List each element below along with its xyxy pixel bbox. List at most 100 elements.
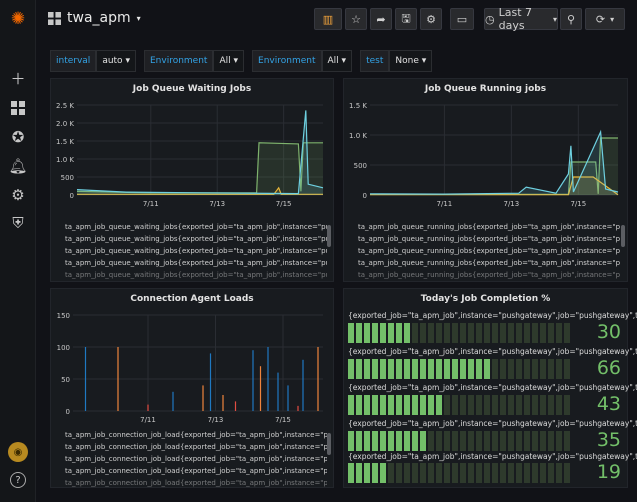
legend-item[interactable]: ta_apm_job_queue_running_jobs{exported_j… — [354, 269, 620, 281]
gauge-cell — [532, 463, 538, 483]
gauge-cell — [484, 359, 490, 379]
alerting-bell-icon[interactable]: 🔔︎ — [8, 156, 28, 176]
chevron-down-icon: ▾ — [610, 14, 615, 24]
help-icon[interactable]: ? — [10, 472, 26, 488]
gauge-cell — [564, 463, 570, 483]
gauge-cell — [404, 463, 410, 483]
gauge-cell — [420, 359, 426, 379]
gauge-cell — [388, 431, 394, 451]
gauge-cell — [516, 395, 522, 415]
gauge-cell — [428, 431, 434, 451]
dashboard-picker[interactable]: twa_apm ▾ — [48, 10, 141, 26]
gauge-cell — [468, 359, 474, 379]
legend-item[interactable]: ta_apm_job_queue_running_jobs{exported_j… — [354, 233, 620, 245]
add-panel-button[interactable]: ▥ — [314, 8, 342, 30]
variable-select-test[interactable]: None ▾ — [389, 50, 433, 72]
gauge-cell — [460, 431, 466, 451]
dashboards-icon[interactable] — [8, 98, 28, 118]
variable-select-environment-2[interactable]: All ▾ — [321, 50, 353, 72]
gauge-cell — [508, 431, 514, 451]
zoom-out-button[interactable]: ⚲ — [560, 8, 582, 30]
bar-gauge — [348, 431, 570, 451]
gauge-cell — [364, 395, 370, 415]
gauge-cell — [412, 431, 418, 451]
legend-item[interactable]: ta_apm_job_connection_job_load{exported_… — [61, 465, 327, 477]
y-tick-label: 0 — [363, 192, 367, 200]
legend-item[interactable]: ta_apm_job_queue_waiting_jobs{exported_j… — [61, 233, 327, 245]
gauge-cell — [436, 431, 442, 451]
legend-item[interactable]: ta_apm_job_connection_job_load{exported_… — [61, 477, 327, 489]
tv-mode-button[interactable]: ▭ — [450, 8, 474, 30]
share-button[interactable]: ➦ — [370, 8, 392, 30]
gauge-cell — [452, 431, 458, 451]
gauge-cell — [532, 323, 538, 343]
panel-job-completion[interactable]: Today's Job Completion % {exported_job="… — [343, 288, 637, 488]
legend-item[interactable]: ta_apm_job_connection_job_load{exported_… — [61, 441, 327, 453]
legend-scrollbar[interactable] — [621, 225, 625, 247]
gauge-cell — [540, 395, 546, 415]
legend-item[interactable]: ta_apm_job_queue_waiting_jobs{exported_j… — [61, 221, 327, 233]
legend-label: ta_apm_job_queue_waiting_jobs{exported_j… — [65, 235, 327, 243]
gauge-cell — [524, 463, 530, 483]
gauge-cell — [396, 431, 402, 451]
gauge-cell — [452, 463, 458, 483]
gauge-cell — [452, 323, 458, 343]
gauge-cell — [436, 359, 442, 379]
legend-scrollbar[interactable] — [327, 433, 331, 455]
refresh-button[interactable]: ⟳ ▾ — [585, 8, 625, 30]
grafana-logo-icon[interactable]: ✺ — [8, 9, 28, 29]
gauge-cell — [556, 431, 562, 451]
sidebar: ✺ ＋ ✪ 🔔︎ ⚙ ⛨ ◉ ? — [0, 0, 36, 502]
legend-item[interactable]: ta_apm_job_queue_waiting_jobs{exported_j… — [61, 245, 327, 257]
panel-job-queue-running[interactable]: Job Queue Running jobs 0 500 1.0 K 1.5 K 7/1… — [343, 78, 628, 282]
gauge-cell — [468, 463, 474, 483]
legend-item[interactable]: ta_apm_job_queue_waiting_jobs{exported_j… — [61, 257, 327, 269]
gauge-cell — [404, 359, 410, 379]
gear-icon[interactable]: ⚙ — [8, 185, 28, 205]
shield-icon[interactable]: ⛨ — [8, 213, 28, 233]
gauge-cell — [492, 359, 498, 379]
gauge-cell — [444, 323, 450, 343]
save-button[interactable]: 🖫︎ — [395, 8, 417, 30]
legend: ta_apm_job_connection_job_load{exported_… — [61, 429, 327, 489]
gauge-cell — [548, 323, 554, 343]
gauge-cell — [508, 359, 514, 379]
variable-select-interval[interactable]: auto ▾ — [96, 50, 136, 72]
gauge-cell — [364, 431, 370, 451]
gauge-cell — [476, 323, 482, 343]
gauge-cell — [428, 395, 434, 415]
legend-scrollbar[interactable] — [327, 225, 331, 247]
panel-connection-agent-loads[interactable]: Connection Agent Loads 0 50 100 150 7/11 7/13… — [50, 288, 334, 488]
legend-item[interactable]: ta_apm_job_queue_running_jobs{exported_j… — [354, 221, 620, 233]
legend-item[interactable]: ta_apm_job_connection_job_load{exported_… — [61, 453, 327, 465]
variable-label: interval — [50, 50, 97, 72]
legend-label: ta_apm_job_connection_job_load{exported_… — [65, 455, 327, 463]
gauge-cell — [404, 395, 410, 415]
avatar[interactable]: ◉ — [8, 442, 28, 462]
time-range-picker[interactable]: ◷ Last 7 days ▾ — [484, 6, 558, 32]
legend-item[interactable]: ta_apm_job_connection_job_load{exported_… — [61, 429, 327, 441]
gauge-cell — [356, 463, 362, 483]
settings-button[interactable]: ⚙ — [420, 8, 442, 30]
variable-value: All — [219, 56, 231, 66]
running-jobs-chart: 0 500 1.0 K 1.5 K 7/11 7/13 7/15 — [349, 102, 619, 208]
gauge-cell — [564, 431, 570, 451]
panel-title[interactable]: Today's Job Completion % — [344, 294, 627, 304]
star-button[interactable]: ☆ — [345, 8, 367, 30]
gauge-cell — [468, 395, 474, 415]
legend-item[interactable]: ta_apm_job_queue_running_jobs{exported_j… — [354, 257, 620, 269]
series-area — [77, 142, 323, 195]
gauge-cell — [500, 463, 506, 483]
legend-item[interactable]: ta_apm_job_queue_waiting_jobs{exported_j… — [61, 269, 327, 281]
explore-icon[interactable]: ✪ — [8, 127, 28, 147]
bar-gauge — [348, 463, 570, 483]
gauge-cell — [364, 463, 370, 483]
panel-job-queue-waiting[interactable]: Job Queue Waiting Jobs 0 500 1.0 K 1.5 K 2.0… — [50, 78, 334, 282]
variable-value: All — [327, 56, 339, 66]
variable-select-environment[interactable]: All ▾ — [213, 50, 245, 72]
gauge-cell — [436, 463, 442, 483]
legend-item[interactable]: ta_apm_job_queue_running_jobs{exported_j… — [354, 245, 620, 257]
plus-icon[interactable]: ＋ — [8, 68, 28, 88]
x-tick-label: 7/15 — [570, 200, 586, 208]
gauge-cell — [412, 395, 418, 415]
